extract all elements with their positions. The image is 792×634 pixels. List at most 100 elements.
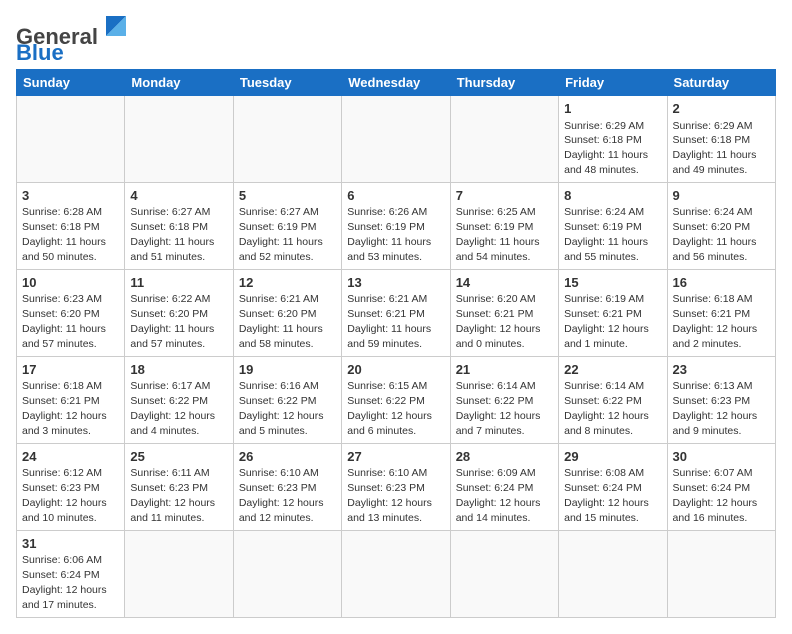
- logo-area: GeneralBlue: [16, 16, 131, 61]
- weekday-header-cell: Tuesday: [233, 70, 341, 96]
- calendar-week-row: 10Sunrise: 6:23 AM Sunset: 6:20 PM Dayli…: [17, 269, 776, 356]
- calendar-day-cell: 8Sunrise: 6:24 AM Sunset: 6:19 PM Daylig…: [559, 182, 667, 269]
- day-info: Sunrise: 6:19 AM Sunset: 6:21 PM Dayligh…: [564, 293, 649, 350]
- calendar-day-cell: [17, 96, 125, 183]
- general-blue-logo: GeneralBlue: [16, 16, 131, 61]
- calendar-day-cell: [559, 530, 667, 617]
- calendar-day-cell: 31Sunrise: 6:06 AM Sunset: 6:24 PM Dayli…: [17, 530, 125, 617]
- day-info: Sunrise: 6:13 AM Sunset: 6:23 PM Dayligh…: [673, 380, 758, 437]
- calendar-day-cell: 28Sunrise: 6:09 AM Sunset: 6:24 PM Dayli…: [450, 443, 558, 530]
- calendar-day-cell: [667, 530, 775, 617]
- weekday-header-cell: Wednesday: [342, 70, 450, 96]
- day-info: Sunrise: 6:11 AM Sunset: 6:23 PM Dayligh…: [130, 467, 215, 524]
- calendar-week-row: 31Sunrise: 6:06 AM Sunset: 6:24 PM Dayli…: [17, 530, 776, 617]
- logo-wrapper: GeneralBlue: [16, 16, 131, 61]
- day-info: Sunrise: 6:21 AM Sunset: 6:21 PM Dayligh…: [347, 293, 431, 350]
- weekday-header-cell: Saturday: [667, 70, 775, 96]
- calendar-week-row: 17Sunrise: 6:18 AM Sunset: 6:21 PM Dayli…: [17, 356, 776, 443]
- day-number: 12: [239, 274, 336, 292]
- calendar-day-cell: 29Sunrise: 6:08 AM Sunset: 6:24 PM Dayli…: [559, 443, 667, 530]
- day-number: 26: [239, 448, 336, 466]
- day-info: Sunrise: 6:14 AM Sunset: 6:22 PM Dayligh…: [564, 380, 649, 437]
- day-info: Sunrise: 6:26 AM Sunset: 6:19 PM Dayligh…: [347, 206, 431, 263]
- day-number: 6: [347, 187, 444, 205]
- day-number: 5: [239, 187, 336, 205]
- svg-text:Blue: Blue: [16, 40, 64, 61]
- calendar-day-cell: [233, 96, 341, 183]
- calendar-day-cell: 19Sunrise: 6:16 AM Sunset: 6:22 PM Dayli…: [233, 356, 341, 443]
- day-info: Sunrise: 6:07 AM Sunset: 6:24 PM Dayligh…: [673, 467, 758, 524]
- day-number: 30: [673, 448, 770, 466]
- day-number: 17: [22, 361, 119, 379]
- calendar-day-cell: 21Sunrise: 6:14 AM Sunset: 6:22 PM Dayli…: [450, 356, 558, 443]
- calendar-day-cell: [342, 530, 450, 617]
- calendar-day-cell: 25Sunrise: 6:11 AM Sunset: 6:23 PM Dayli…: [125, 443, 233, 530]
- day-info: Sunrise: 6:21 AM Sunset: 6:20 PM Dayligh…: [239, 293, 323, 350]
- day-info: Sunrise: 6:15 AM Sunset: 6:22 PM Dayligh…: [347, 380, 432, 437]
- day-info: Sunrise: 6:22 AM Sunset: 6:20 PM Dayligh…: [130, 293, 214, 350]
- calendar-week-row: 3Sunrise: 6:28 AM Sunset: 6:18 PM Daylig…: [17, 182, 776, 269]
- day-number: 28: [456, 448, 553, 466]
- day-number: 24: [22, 448, 119, 466]
- day-number: 1: [564, 100, 661, 118]
- day-number: 19: [239, 361, 336, 379]
- day-number: 20: [347, 361, 444, 379]
- day-number: 25: [130, 448, 227, 466]
- calendar-day-cell: 26Sunrise: 6:10 AM Sunset: 6:23 PM Dayli…: [233, 443, 341, 530]
- day-number: 18: [130, 361, 227, 379]
- day-number: 8: [564, 187, 661, 205]
- day-info: Sunrise: 6:12 AM Sunset: 6:23 PM Dayligh…: [22, 467, 107, 524]
- day-info: Sunrise: 6:10 AM Sunset: 6:23 PM Dayligh…: [347, 467, 432, 524]
- day-info: Sunrise: 6:10 AM Sunset: 6:23 PM Dayligh…: [239, 467, 324, 524]
- calendar-day-cell: [125, 530, 233, 617]
- weekday-header-cell: Monday: [125, 70, 233, 96]
- calendar-day-cell: 16Sunrise: 6:18 AM Sunset: 6:21 PM Dayli…: [667, 269, 775, 356]
- calendar-day-cell: 17Sunrise: 6:18 AM Sunset: 6:21 PM Dayli…: [17, 356, 125, 443]
- day-number: 14: [456, 274, 553, 292]
- calendar-day-cell: 2Sunrise: 6:29 AM Sunset: 6:18 PM Daylig…: [667, 96, 775, 183]
- day-number: 23: [673, 361, 770, 379]
- calendar-day-cell: 10Sunrise: 6:23 AM Sunset: 6:20 PM Dayli…: [17, 269, 125, 356]
- weekday-header-cell: Friday: [559, 70, 667, 96]
- weekday-header-cell: Sunday: [17, 70, 125, 96]
- page-container: GeneralBlue SundayMondayTuesdayWednesday…: [16, 16, 776, 618]
- day-info: Sunrise: 6:17 AM Sunset: 6:22 PM Dayligh…: [130, 380, 215, 437]
- calendar-day-cell: [450, 530, 558, 617]
- day-info: Sunrise: 6:27 AM Sunset: 6:19 PM Dayligh…: [239, 206, 323, 263]
- day-number: 3: [22, 187, 119, 205]
- calendar-day-cell: 15Sunrise: 6:19 AM Sunset: 6:21 PM Dayli…: [559, 269, 667, 356]
- calendar-day-cell: 22Sunrise: 6:14 AM Sunset: 6:22 PM Dayli…: [559, 356, 667, 443]
- calendar-day-cell: 12Sunrise: 6:21 AM Sunset: 6:20 PM Dayli…: [233, 269, 341, 356]
- day-info: Sunrise: 6:08 AM Sunset: 6:24 PM Dayligh…: [564, 467, 649, 524]
- day-number: 10: [22, 274, 119, 292]
- calendar-week-row: 24Sunrise: 6:12 AM Sunset: 6:23 PM Dayli…: [17, 443, 776, 530]
- calendar-table: SundayMondayTuesdayWednesdayThursdayFrid…: [16, 69, 776, 618]
- calendar-day-cell: [125, 96, 233, 183]
- calendar-day-cell: 11Sunrise: 6:22 AM Sunset: 6:20 PM Dayli…: [125, 269, 233, 356]
- day-number: 7: [456, 187, 553, 205]
- day-number: 2: [673, 100, 770, 118]
- day-info: Sunrise: 6:29 AM Sunset: 6:18 PM Dayligh…: [564, 120, 648, 177]
- calendar-day-cell: 18Sunrise: 6:17 AM Sunset: 6:22 PM Dayli…: [125, 356, 233, 443]
- day-info: Sunrise: 6:09 AM Sunset: 6:24 PM Dayligh…: [456, 467, 541, 524]
- calendar-day-cell: 9Sunrise: 6:24 AM Sunset: 6:20 PM Daylig…: [667, 182, 775, 269]
- calendar-day-cell: 27Sunrise: 6:10 AM Sunset: 6:23 PM Dayli…: [342, 443, 450, 530]
- calendar-day-cell: 4Sunrise: 6:27 AM Sunset: 6:18 PM Daylig…: [125, 182, 233, 269]
- day-number: 29: [564, 448, 661, 466]
- calendar-day-cell: 24Sunrise: 6:12 AM Sunset: 6:23 PM Dayli…: [17, 443, 125, 530]
- calendar-day-cell: [450, 96, 558, 183]
- calendar-day-cell: 5Sunrise: 6:27 AM Sunset: 6:19 PM Daylig…: [233, 182, 341, 269]
- day-info: Sunrise: 6:28 AM Sunset: 6:18 PM Dayligh…: [22, 206, 106, 263]
- day-number: 11: [130, 274, 227, 292]
- day-info: Sunrise: 6:27 AM Sunset: 6:18 PM Dayligh…: [130, 206, 214, 263]
- day-info: Sunrise: 6:16 AM Sunset: 6:22 PM Dayligh…: [239, 380, 324, 437]
- day-number: 31: [22, 535, 119, 553]
- calendar-day-cell: 30Sunrise: 6:07 AM Sunset: 6:24 PM Dayli…: [667, 443, 775, 530]
- calendar-day-cell: 23Sunrise: 6:13 AM Sunset: 6:23 PM Dayli…: [667, 356, 775, 443]
- calendar-day-cell: 1 Sunrise: 6:29 AM Sunset: 6:18 PM Daylig…: [559, 96, 667, 183]
- day-number: 27: [347, 448, 444, 466]
- day-number: 22: [564, 361, 661, 379]
- calendar-day-cell: [233, 530, 341, 617]
- day-info: Sunrise: 6:18 AM Sunset: 6:21 PM Dayligh…: [673, 293, 758, 350]
- calendar-week-row: 1 Sunrise: 6:29 AM Sunset: 6:18 PM Daylig…: [17, 96, 776, 183]
